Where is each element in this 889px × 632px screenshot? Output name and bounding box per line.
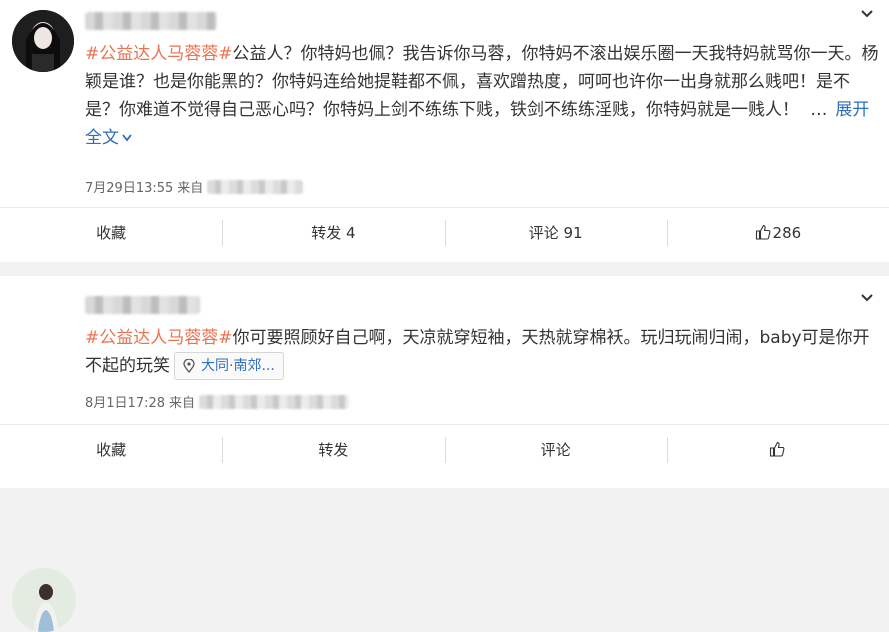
location-pin-icon — [183, 359, 195, 373]
avatar-image — [12, 10, 74, 72]
repost-label: 转发 4 — [311, 224, 356, 242]
like-count: 286 — [772, 224, 802, 242]
like-button[interactable] — [666, 435, 889, 465]
source-prefix: 来自 — [177, 181, 204, 196]
hashtag-link[interactable]: #公益达人马蓉蓉# — [85, 44, 233, 64]
source-blurred — [199, 394, 350, 409]
action-bar: 收藏 转发 4 评论 91 286 — [0, 207, 889, 258]
post-meta: 8月1日17:28 来自 — [85, 392, 350, 411]
comment-button[interactable]: 评论 — [444, 435, 667, 465]
repost-button[interactable]: 转发 4 — [222, 218, 444, 248]
comment-button[interactable]: 评论 91 — [444, 218, 667, 248]
post-meta: 7月29日13:55 来自 — [85, 177, 304, 196]
action-bar: 收藏 转发 评论 — [0, 424, 889, 475]
post-text: #公益达人马蓉蓉#公益人？你特妈也佩？我告诉你马蓉，你特妈不滚出娱乐圈一天我特妈… — [85, 40, 879, 152]
chevron-down-icon[interactable] — [859, 290, 875, 310]
comment-label: 评论 91 — [528, 224, 583, 242]
collect-button[interactable]: 收藏 — [0, 435, 222, 465]
timestamp[interactable]: 7月29日13:55 — [85, 177, 173, 196]
avatar[interactable] — [12, 568, 76, 632]
post-text: #公益达人马蓉蓉#你可要照顾好自己啊，天凉就穿短袖，天热就穿棉袄。玩归玩闹归闹，… — [85, 324, 879, 380]
avatar[interactable] — [12, 10, 74, 72]
hashtag-link[interactable]: #公益达人马蓉蓉# — [85, 328, 233, 348]
username-blurred[interactable] — [85, 12, 217, 30]
repost-label: 转发 — [318, 441, 349, 459]
avatar-image — [12, 568, 76, 632]
location-label: 大同·南郊... — [201, 358, 275, 374]
like-button[interactable]: 286 — [666, 218, 889, 248]
comment-label: 评论 — [540, 441, 571, 459]
thumbs-up-icon — [769, 441, 785, 457]
source-blurred — [207, 179, 304, 194]
source-prefix: 来自 — [169, 396, 196, 411]
weibo-post: #公益达人马蓉蓉#你可要照顾好自己啊，天凉就穿短袖，天热就穿棉袄。玩归玩闹归闹，… — [0, 276, 889, 632]
location-tag[interactable]: 大同·南郊... — [174, 352, 284, 380]
username-blurred[interactable] — [85, 296, 200, 314]
weibo-post: #公益达人马蓉蓉#公益人？你特妈也佩？我告诉你马蓉，你特妈不滚出娱乐圈一天我特妈… — [0, 0, 889, 262]
chevron-down-icon[interactable] — [859, 6, 875, 26]
repost-button[interactable]: 转发 — [222, 435, 444, 465]
thumbs-up-icon — [755, 224, 770, 240]
timestamp[interactable]: 8月1日17:28 — [85, 392, 165, 411]
collect-label: 收藏 — [96, 224, 127, 242]
collect-button[interactable]: 收藏 — [0, 218, 222, 248]
ellipsis: … — [810, 100, 828, 120]
collect-label: 收藏 — [96, 441, 127, 459]
chevron-down-icon — [122, 134, 132, 142]
